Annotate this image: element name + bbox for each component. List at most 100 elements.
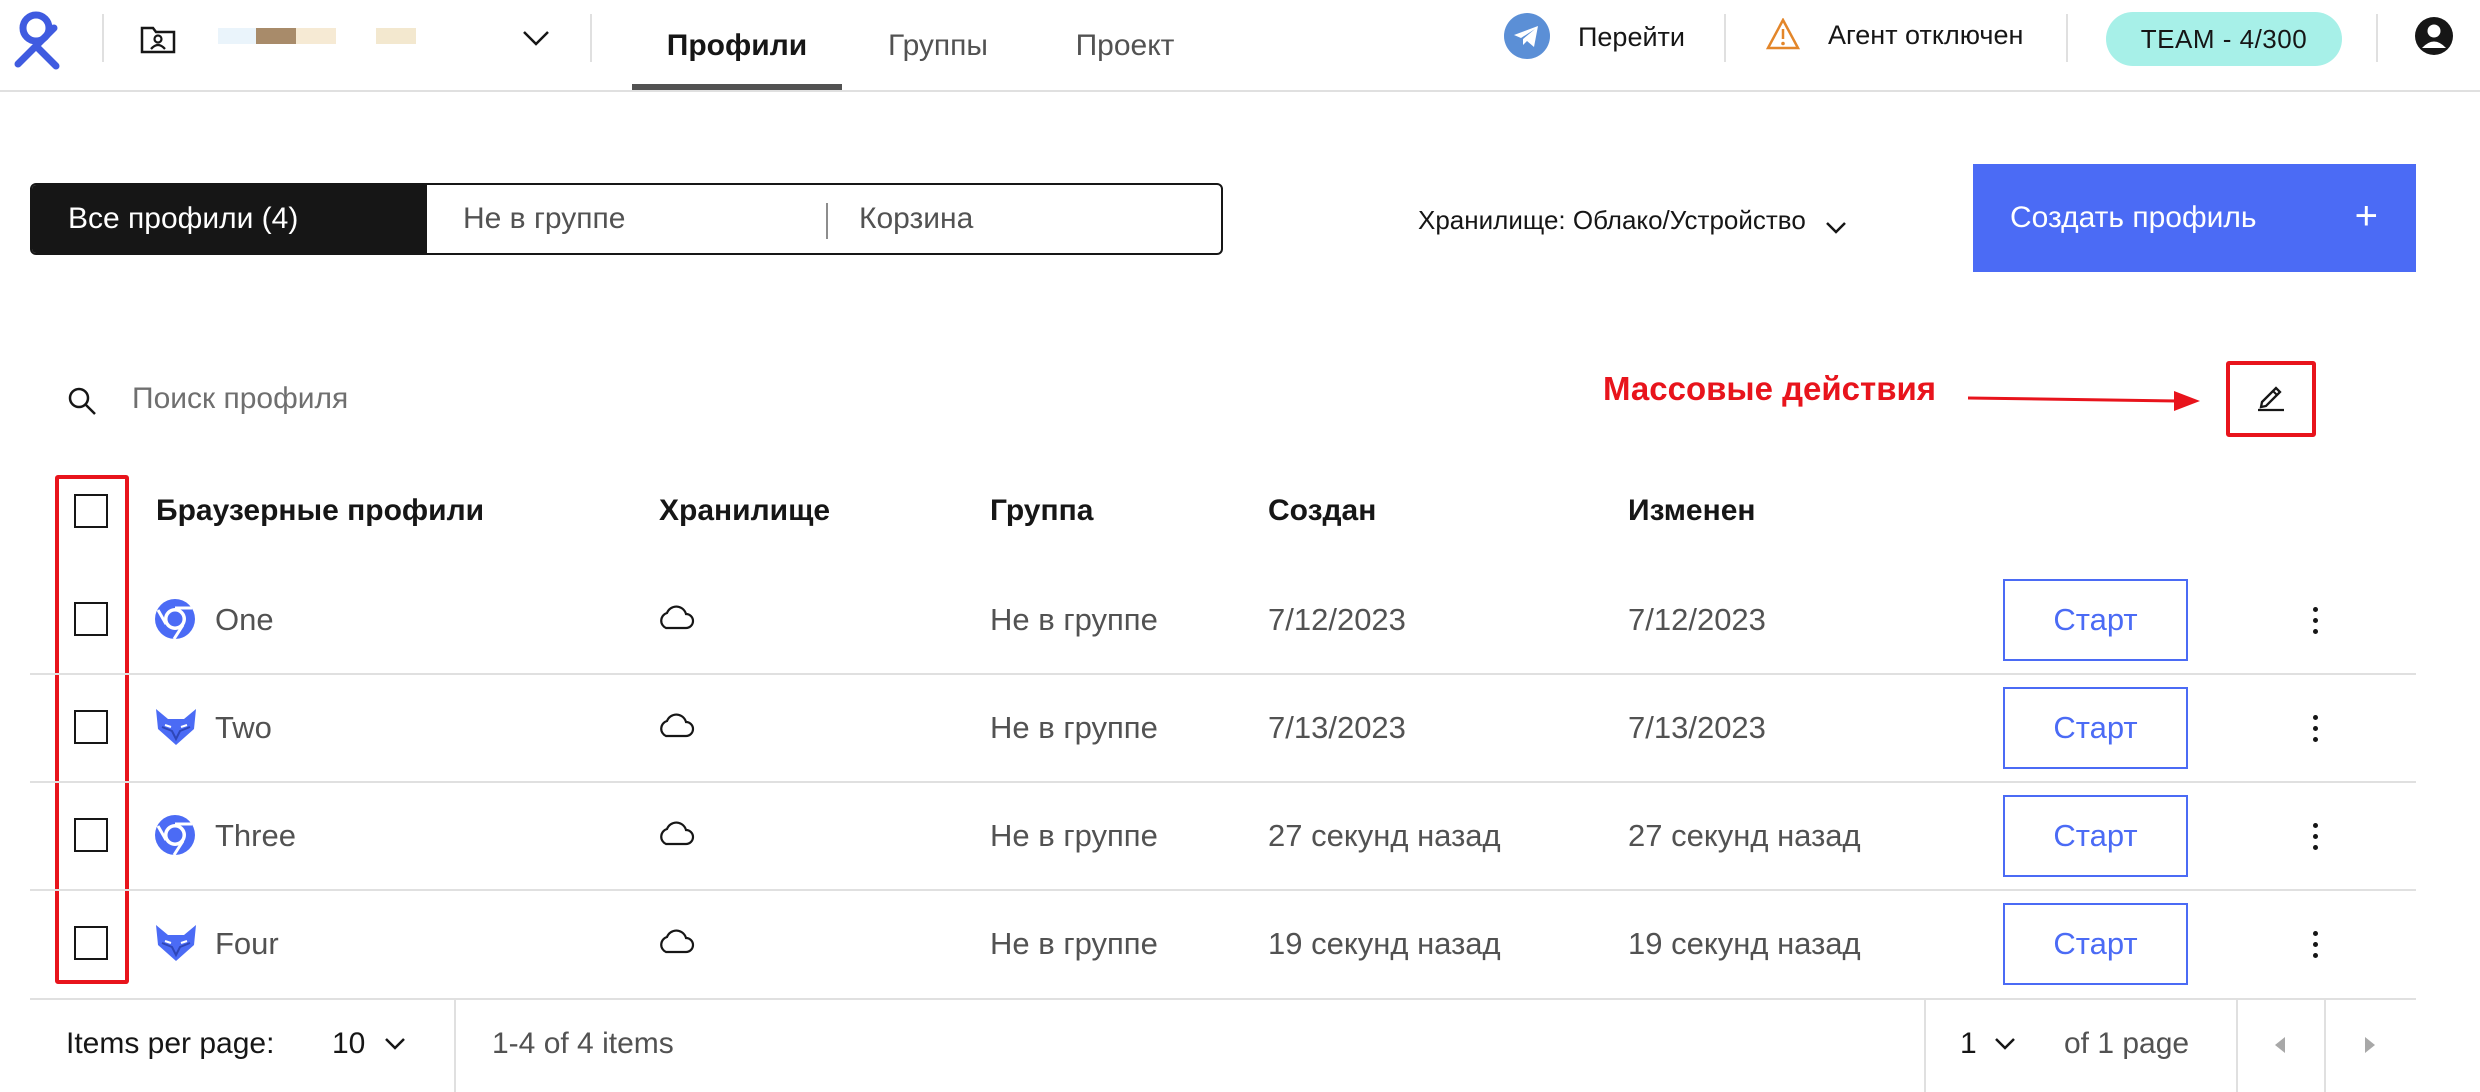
active-tab-indicator [632, 84, 842, 90]
created-cell: 7/12/2023 [1268, 602, 1406, 637]
select-all-checkbox[interactable] [74, 494, 108, 528]
previous-page-icon[interactable] [2270, 1034, 2290, 1056]
telegram-icon[interactable] [1504, 13, 1550, 59]
chevron-down-icon [1993, 1036, 2017, 1052]
start-button[interactable]: Старт [2003, 579, 2188, 661]
divider [2066, 14, 2068, 62]
chevron-down-icon[interactable] [520, 26, 552, 50]
annotation-arrow [1967, 388, 2202, 414]
overflow-menu-icon[interactable] [2311, 715, 2319, 751]
group-cell: Не в группе [990, 926, 1158, 961]
items-per-page-value: 10 [332, 1027, 366, 1060]
column-header-modified[interactable]: Изменен [1628, 494, 1756, 528]
chrome-icon [154, 598, 196, 640]
overflow-menu-icon[interactable] [2311, 823, 2319, 859]
page-number: 1 [1960, 1027, 1977, 1060]
column-header-storage[interactable]: Хранилище [659, 494, 830, 528]
folder-icon[interactable] [140, 22, 176, 54]
bulk-edit-pencil-icon[interactable] [2254, 379, 2288, 413]
items-per-page-label: Items per page: [66, 1027, 275, 1060]
tab-groups[interactable]: Группы [858, 0, 1018, 92]
start-button[interactable]: Старт [2003, 687, 2188, 769]
filter-trash[interactable]: Корзина [823, 185, 1221, 253]
telegram-link[interactable]: Перейти [1578, 22, 1685, 53]
profile-name[interactable]: Two [215, 710, 272, 746]
row-checkbox[interactable] [74, 710, 108, 744]
cloud-icon [656, 819, 696, 847]
divider [2376, 14, 2378, 62]
divider [1724, 14, 1726, 62]
cloud-icon [656, 927, 696, 955]
modified-cell: 19 секунд назад [1628, 926, 1861, 961]
modified-cell: 7/13/2023 [1628, 710, 1766, 745]
column-header-profiles[interactable]: Браузерные профили [156, 494, 484, 528]
storage-filter-label: Хранилище: Облако/Устройство [1418, 204, 1806, 235]
column-header-group[interactable]: Группа [990, 494, 1093, 528]
divider [1924, 1000, 1926, 1092]
divider [30, 889, 2416, 891]
divider [826, 203, 828, 239]
profile-name[interactable]: Four [215, 926, 279, 962]
divider [590, 14, 592, 62]
group-cell: Не в группе [990, 710, 1158, 745]
profile-search-input[interactable] [132, 378, 1032, 420]
workspace-name-redacted[interactable] [218, 28, 418, 44]
created-cell: 27 секунд назад [1268, 818, 1501, 853]
divider [30, 673, 2416, 675]
start-button[interactable]: Старт [2003, 795, 2188, 877]
plan-badge[interactable]: TEAM - 4/300 [2106, 12, 2342, 66]
profile-name[interactable]: Three [215, 818, 296, 854]
row-checkbox[interactable] [74, 926, 108, 960]
chrome-icon [154, 814, 196, 856]
divider [2236, 1000, 2238, 1092]
divider [454, 1000, 456, 1092]
created-cell: 7/13/2023 [1268, 710, 1406, 745]
annotation-label: Массовые действия [1603, 370, 1937, 407]
create-profile-label: Создать профиль [2010, 201, 2257, 234]
fox-icon [154, 707, 198, 747]
divider [102, 14, 104, 62]
tab-profiles[interactable]: Профили [632, 0, 842, 92]
app-logo[interactable] [10, 8, 68, 70]
row-checkbox[interactable] [74, 818, 108, 852]
tab-label: Проект [1075, 29, 1175, 62]
start-button[interactable]: Старт [2003, 903, 2188, 985]
chevron-down-icon [1824, 212, 1848, 234]
top-navigation-bar: Профили Группы Проект Перейти Агент откл… [0, 0, 2480, 92]
user-avatar-icon[interactable] [2414, 16, 2454, 56]
row-checkbox[interactable] [74, 602, 108, 636]
overflow-menu-icon[interactable] [2311, 607, 2319, 643]
filter-all-profiles[interactable]: Все профили (4) [32, 185, 427, 253]
column-header-created[interactable]: Создан [1268, 494, 1376, 528]
cloud-icon [656, 711, 696, 739]
filter-not-in-group[interactable]: Не в группе [427, 185, 823, 253]
created-cell: 19 секунд назад [1268, 926, 1501, 961]
page-count-text: of 1 page [2064, 1027, 2190, 1060]
chevron-down-icon [383, 1036, 407, 1052]
divider [30, 781, 2416, 783]
tab-project[interactable]: Проект [1050, 0, 1200, 92]
agent-status-text: Агент отключен [1828, 20, 2024, 50]
items-per-page-select[interactable]: 10 [332, 1022, 422, 1066]
create-profile-button[interactable]: Создать профиль + [1973, 164, 2416, 272]
plus-icon: + [2354, 194, 2378, 238]
storage-filter-dropdown[interactable]: Хранилище: Облако/Устройство [1418, 200, 1848, 240]
modified-cell: 27 секунд назад [1628, 818, 1861, 853]
modified-cell: 7/12/2023 [1628, 602, 1766, 637]
tab-label: Группы [888, 29, 988, 62]
profile-filter-switcher: Все профили (4) Не в группе Корзина [30, 183, 1223, 255]
search-icon [66, 385, 98, 417]
group-cell: Не в группе [990, 818, 1158, 853]
tab-label: Профили [666, 29, 808, 62]
next-page-icon[interactable] [2360, 1034, 2380, 1056]
items-range-text: 1-4 of 4 items [492, 1027, 674, 1060]
group-cell: Не в группе [990, 602, 1158, 637]
divider [2324, 1000, 2326, 1092]
warning-icon [1765, 17, 1801, 50]
fox-icon [154, 923, 198, 963]
page-select[interactable]: 1 [1960, 1022, 2030, 1066]
divider [30, 998, 2416, 1000]
cloud-icon [656, 603, 696, 631]
overflow-menu-icon[interactable] [2311, 931, 2319, 967]
profile-name[interactable]: One [215, 602, 274, 638]
